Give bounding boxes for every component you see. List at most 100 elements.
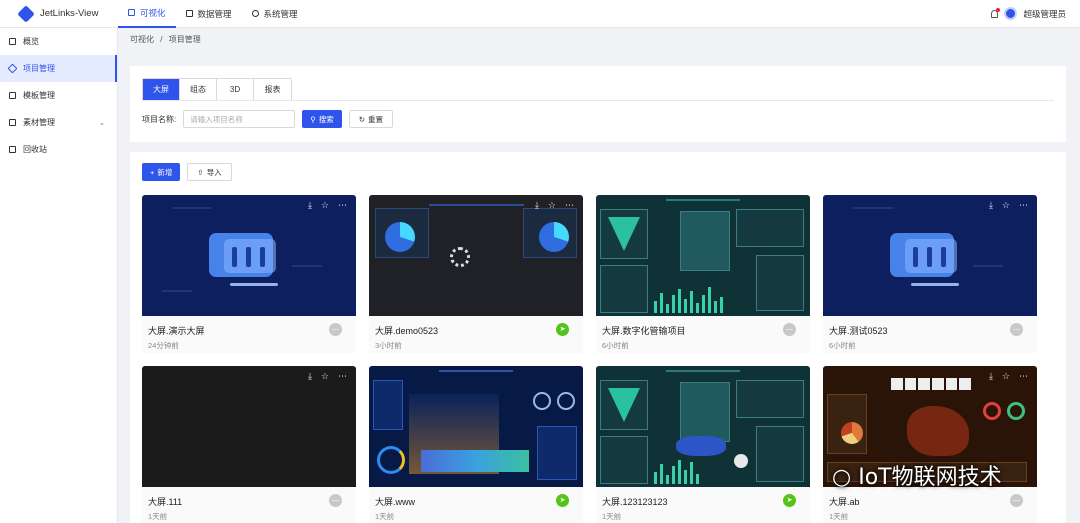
download-icon[interactable]: ⤓ — [989, 200, 993, 211]
more-icon[interactable]: ⋯ — [338, 371, 347, 382]
project-title: 大屏.演示大屏 — [148, 326, 205, 336]
project-card[interactable]: ⤓ ☆ ⋯ 大屏.ab 1天前 — — [823, 366, 1037, 523]
breadcrumb-current: 项目管理 — [168, 35, 201, 44]
unpublished-status-icon[interactable]: — — [1010, 494, 1023, 507]
project-title: 大屏.测试0523 — [829, 326, 888, 336]
chevron-down-icon: ⌄ — [99, 119, 105, 127]
avatar — [1004, 7, 1018, 20]
reset-button[interactable]: ↻ 重置 — [348, 110, 394, 128]
plus-icon: + — [150, 167, 155, 177]
topnav-visualization[interactable]: 可视化 — [118, 0, 176, 28]
published-status-icon[interactable]: ➤ — [556, 323, 569, 336]
project-title: 大屏.demo0523 — [375, 326, 439, 336]
star-icon[interactable]: ☆ — [548, 200, 556, 211]
unpublished-status-icon[interactable]: — — [1010, 323, 1023, 336]
project-card[interactable]: 大屏.数字化管输项目 6小时前 — — [596, 195, 810, 353]
topnav-label: 可视化 — [140, 7, 166, 18]
more-icon[interactable]: ⋯ — [565, 200, 574, 211]
import-button-label: 导入 — [206, 167, 222, 177]
project-time: 6小时前 — [829, 341, 856, 350]
sidebar-item-label: 项目管理 — [23, 64, 55, 73]
project-time: 6小时前 — [602, 341, 629, 350]
project-time: 24分钟前 — [148, 341, 179, 350]
import-button[interactable]: ⇧ 导入 — [187, 163, 232, 181]
download-icon[interactable]: ⤓ — [308, 200, 312, 211]
breadcrumb-root[interactable]: 可视化 — [130, 35, 154, 44]
reload-icon: ↻ — [358, 114, 366, 124]
top-bar: JetLinks-View 可视化 数据管理 系统管理 超级管理员 — [0, 0, 1080, 28]
bell-icon[interactable] — [991, 7, 1001, 18]
database-icon — [185, 10, 193, 17]
download-icon[interactable]: ⤓ — [308, 371, 312, 382]
tab-report[interactable]: 报表 — [254, 79, 291, 100]
sidebar-item-overview[interactable]: 概览 — [0, 28, 117, 55]
project-title: 大屏.111 — [148, 497, 183, 507]
project-thumbnail[interactable] — [596, 366, 810, 487]
download-icon[interactable]: ⤓ — [989, 371, 993, 382]
dashboard-icon — [9, 38, 16, 45]
project-card[interactable]: 大屏.123123123 1天前 ➤ — [596, 366, 810, 523]
add-button-label: 新增 — [157, 167, 173, 177]
project-card[interactable]: 大屏.www 1天前 ➤ — [369, 366, 583, 523]
project-card[interactable]: ⤓ ☆ ⋯ 大屏.测试0523 6小时前 — — [823, 195, 1037, 353]
sidebar-item-projects[interactable]: 项目管理 — [0, 55, 117, 82]
more-icon[interactable]: ⋯ — [338, 200, 347, 211]
sidebar-item-templates[interactable]: 模板管理 — [0, 82, 117, 109]
watermark: ○ IoT物联网技术 — [832, 459, 1002, 491]
sidebar-item-materials[interactable]: 素材管理 ⌄ — [0, 109, 117, 136]
project-card[interactable]: ⤓ ☆ ⋯ 大屏.111 1天前 — — [142, 366, 356, 523]
sidebar-item-label: 概览 — [23, 37, 39, 46]
star-icon[interactable]: ☆ — [321, 200, 329, 211]
more-icon[interactable]: ⋯ — [1019, 371, 1028, 382]
more-icon[interactable]: ⋯ — [1019, 200, 1028, 211]
search-row: 项目名称: ⚲ 搜索 ↻ 重置 — [142, 110, 394, 128]
trash-icon — [9, 146, 16, 153]
topnav-system-management[interactable]: 系统管理 — [242, 0, 308, 28]
project-thumbnail[interactable]: ⤓ ☆ ⋯ — [369, 195, 583, 316]
project-title: 大屏.www — [375, 497, 415, 507]
project-thumbnail[interactable] — [596, 195, 810, 316]
tab-big-screen[interactable]: 大屏 — [143, 79, 180, 100]
topnav-data-management[interactable]: 数据管理 — [176, 0, 242, 28]
tab-3d[interactable]: 3D — [217, 79, 254, 100]
project-title: 大屏.数字化管输项目 — [602, 326, 686, 336]
tab-configuration[interactable]: 组态 — [180, 79, 217, 100]
project-thumbnail[interactable]: ⤓ ☆ ⋯ — [823, 195, 1037, 316]
unpublished-status-icon[interactable]: — — [329, 494, 342, 507]
project-thumbnail[interactable]: ⤓ ☆ ⋯ — [142, 195, 356, 316]
chart-icon — [128, 9, 135, 16]
star-icon[interactable]: ☆ — [1002, 200, 1010, 211]
project-card[interactable]: ⤓ ☆ ⋯ 大屏.demo0523 3小时前 ➤ — [369, 195, 583, 353]
star-icon[interactable]: ☆ — [321, 371, 329, 382]
project-thumbnail[interactable]: ⤓ ☆ ⋯ — [142, 366, 356, 487]
reset-button-label: 重置 — [368, 114, 384, 124]
project-name-input[interactable] — [183, 110, 296, 128]
add-button[interactable]: + 新增 — [142, 163, 181, 181]
breadcrumb: 可视化 / 项目管理 — [130, 34, 205, 45]
settings-icon — [251, 10, 259, 17]
sidebar-item-recycle-bin[interactable]: 回收站 — [0, 136, 117, 163]
tab-divider — [142, 100, 1054, 101]
user-menu[interactable]: 超级管理员 — [991, 7, 1080, 20]
published-status-icon[interactable]: ➤ — [556, 494, 569, 507]
wechat-icon: ○ — [832, 465, 852, 490]
project-name-label: 项目名称: — [142, 114, 177, 124]
star-icon[interactable]: ☆ — [1002, 371, 1010, 382]
topnav-label: 系统管理 — [263, 8, 298, 19]
project-thumbnail[interactable] — [369, 366, 583, 487]
logo-icon — [17, 4, 35, 23]
sidebar-item-label: 模板管理 — [23, 91, 55, 100]
download-icon[interactable]: ⤓ — [535, 200, 539, 211]
top-nav: 可视化 数据管理 系统管理 — [118, 0, 308, 28]
project-time: 3小时前 — [375, 341, 402, 350]
project-time: 1天前 — [602, 512, 622, 521]
filter-panel: 大屏 组态 3D 报表 项目名称: ⚲ 搜索 ↻ 重置 — [130, 66, 1066, 142]
published-status-icon[interactable]: ➤ — [783, 494, 796, 507]
project-time: 1天前 — [829, 512, 849, 521]
unpublished-status-icon[interactable]: — — [329, 323, 342, 336]
search-button-label: 搜索 — [318, 114, 334, 124]
unpublished-status-icon[interactable]: — — [783, 323, 796, 336]
search-button[interactable]: ⚲ 搜索 — [302, 110, 342, 128]
project-card[interactable]: ⤓ ☆ ⋯ 大屏.演示大屏 24分钟前 — — [142, 195, 356, 353]
app-logo[interactable]: JetLinks-View — [0, 4, 118, 23]
